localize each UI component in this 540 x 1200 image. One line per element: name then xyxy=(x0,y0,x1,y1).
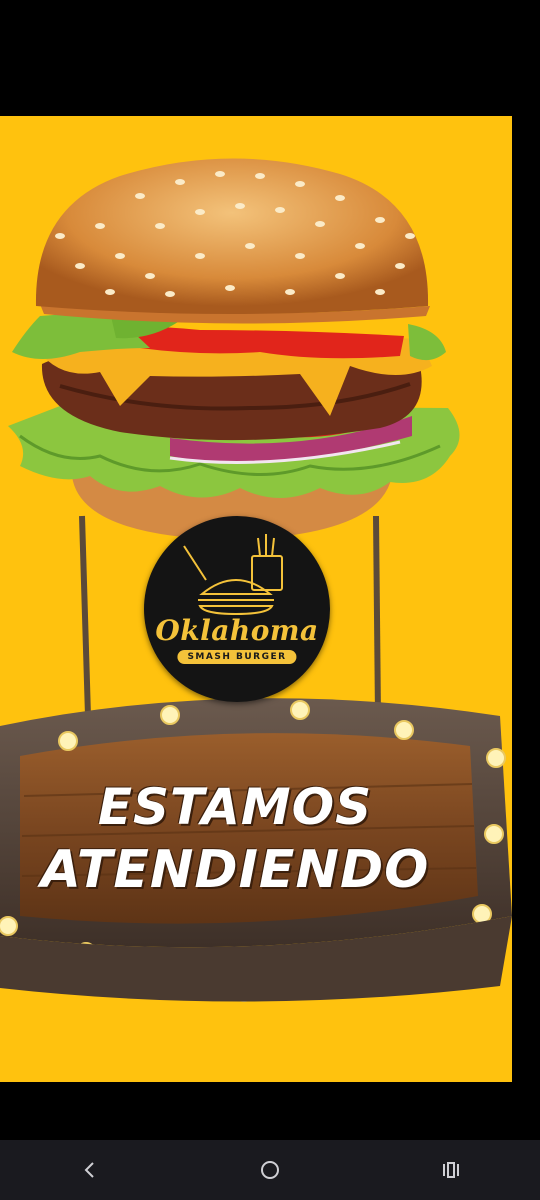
brand-logo: Oklahoma SMASH BURGER xyxy=(144,516,330,702)
promo-poster: Oklahoma SMASH BURGER ESTAMOS ATENDIENDO xyxy=(0,116,512,1082)
logo-brand-name: Oklahoma xyxy=(155,614,319,647)
back-button[interactable] xyxy=(60,1148,120,1192)
logo-burger-icon xyxy=(183,534,283,616)
sign-line-2: ATENDIENDO xyxy=(40,840,430,900)
sign-line-1: ESTAMOS xyxy=(97,778,373,836)
home-button[interactable] xyxy=(240,1148,300,1192)
recents-icon xyxy=(443,1162,459,1178)
logo-tagline: SMASH BURGER xyxy=(177,650,297,664)
chevron-left-icon xyxy=(84,1162,94,1178)
system-nav-bar xyxy=(0,1140,540,1200)
burger-illustration xyxy=(8,158,460,540)
recents-button[interactable] xyxy=(420,1148,480,1192)
circle-home-icon xyxy=(261,1161,279,1179)
